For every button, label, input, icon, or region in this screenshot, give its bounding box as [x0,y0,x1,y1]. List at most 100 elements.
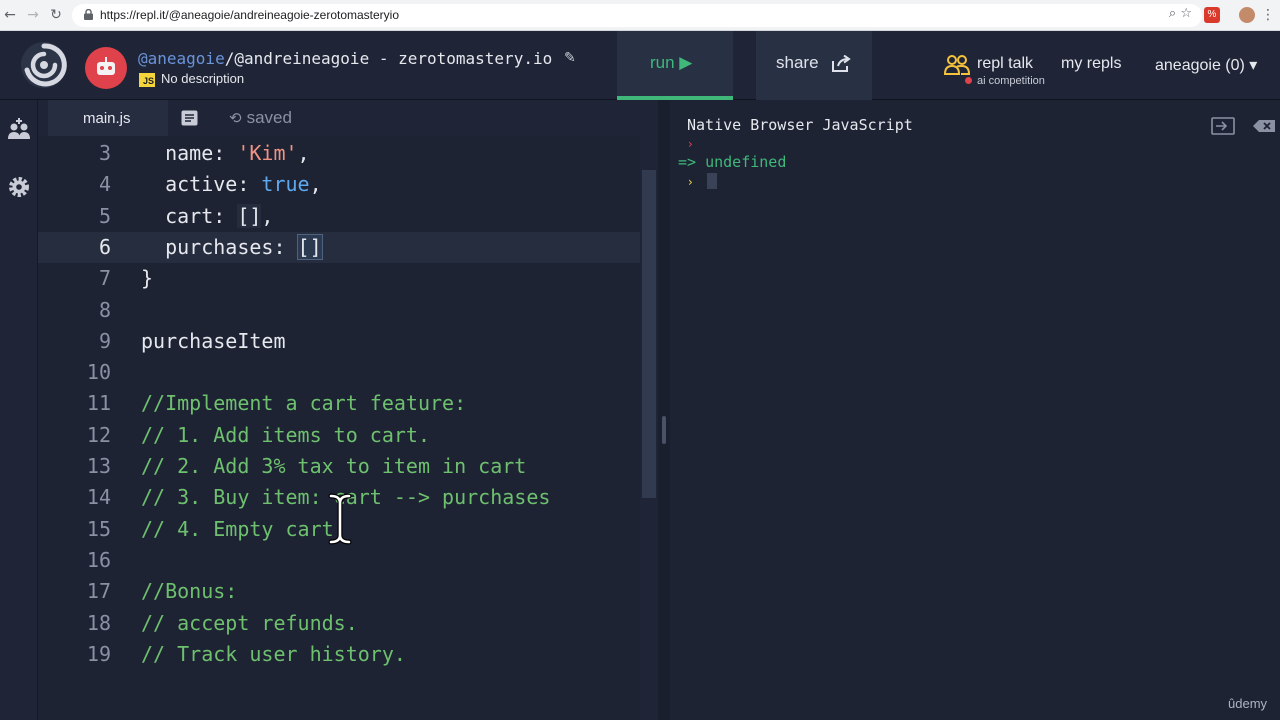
clear-console-icon[interactable] [1252,117,1276,135]
js-language-badge: JS [139,73,155,87]
competition-label: ai competition [965,75,1045,87]
share-label: share [776,53,819,72]
code-text[interactable]: //Implement a cart feature: [141,388,466,419]
code-line[interactable]: 10 [38,357,641,388]
code-token: purchaseItem [141,328,286,353]
code-line[interactable]: 9 purchaseItem [38,326,641,357]
line-number: 10 [86,360,111,385]
code-token: cart: [141,203,238,228]
console-input-cursor[interactable] [707,173,717,189]
gear-icon[interactable] [7,175,31,199]
code-text[interactable]: cart: [], [141,201,273,232]
code-text[interactable]: active: true, [141,169,322,200]
editor-tab-bar: main.js ⟲ saved [38,100,658,136]
line-number: 4 [98,172,111,197]
line-number: 9 [98,328,111,353]
code-token: 'Kim' [237,141,298,165]
code-line[interactable]: 7} [38,263,641,294]
code-text[interactable]: // Track user history. [141,639,406,670]
edit-pencil-icon[interactable]: ✎ [564,50,576,66]
code-token: // 3. Buy item: cart --> purchases [141,485,551,510]
code-text[interactable]: //Bonus: [141,576,237,607]
code-token: //Bonus: [141,579,238,604]
address-bar[interactable]: https://repl.it/@aneagoie/andreineagoie-… [72,4,1202,27]
run-button[interactable]: run ▶ [617,31,733,100]
repl-description[interactable]: No description [161,71,244,86]
repl-owner[interactable]: @aneagoie [138,49,225,68]
add-user-icon[interactable] [7,117,31,141]
pane-resize-handle[interactable] [662,416,666,444]
code-editor-pane: main.js ⟲ saved 3 name: 'Kim', 4 active: t… [38,100,658,720]
run-label: run ▶ [650,53,693,72]
code-token: , [261,203,274,228]
line-number: 19 [86,641,111,666]
code-line[interactable]: 15 // 4. Empty cart [38,514,641,545]
code-line[interactable]: 18 // accept refunds. [38,608,641,639]
line-number: 17 [86,579,111,604]
back-icon[interactable]: ← [2,7,18,23]
people-icon [944,55,970,75]
editor-scrollbar-thumb[interactable] [642,170,656,498]
profile-avatar[interactable] [1239,7,1255,23]
code-token: //Implement a cart feature: [141,391,467,416]
line-number: 13 [86,454,111,478]
code-line[interactable]: 13 // 2. Add 3% tax to item in cart [38,451,641,482]
code-line[interactable]: 3 name: 'Kim', [38,138,641,169]
code-text[interactable]: // accept refunds. [141,608,358,639]
share-button[interactable]: share [756,31,872,100]
reload-icon[interactable]: ↻ [48,7,64,23]
document-icon[interactable] [181,110,198,126]
user-menu-dropdown[interactable]: aneagoie (0) ▾ [1155,55,1257,75]
replit-logo-icon[interactable] [19,40,69,90]
code-text[interactable]: purchaseItem [141,326,286,357]
user-avatar[interactable] [85,47,127,89]
split-layout-icon[interactable] [1211,117,1235,135]
console-title: Native Browser JavaScript [687,116,913,134]
forward-icon[interactable]: → [25,7,41,23]
my-repls-link[interactable]: my repls [1061,55,1121,73]
code-line[interactable]: 8 [38,295,641,326]
url-text: https://repl.it/@aneagoie/andreineagoie-… [100,8,400,22]
tab-main-js[interactable]: main.js [48,100,168,136]
code-line[interactable]: 6 purchases: [] [38,231,641,263]
code-token: } [141,266,154,291]
line-number: 6 [98,234,111,259]
zoom-star-icons[interactable]: ⌕ ☆ [1169,6,1192,21]
line-number: 8 [98,297,111,322]
code-text[interactable]: // 2. Add 3% tax to item in cart [141,451,526,482]
history-icon[interactable]: ⟲ [229,109,242,127]
code-line[interactable]: 19 // Track user history. [38,639,641,670]
tab-main-js-label: main.js [83,110,131,127]
code-token: true [261,172,310,197]
code-token: // 1. Add items to cart. [141,422,430,447]
code-area[interactable]: 3 name: 'Kim', 4 active: true, 5 cart: [],… [38,136,658,720]
code-text[interactable]: name: 'Kim', [141,138,310,169]
app-header: @aneagoie/@andreineagoie - zerotomastery… [0,31,1280,100]
code-line[interactable]: 12 // 1. Add items to cart. [38,420,641,451]
browser-toolbar: ← → ↻ https://repl.it/@aneagoie/andreine… [0,0,1280,31]
prompt-caret-icon: › [688,137,693,151]
line-number: 16 [86,547,111,572]
line-number: 14 [86,485,111,510]
extension-icon[interactable]: % [1204,7,1220,23]
console-result: => undefined [678,153,787,171]
menu-dots-icon[interactable]: ⋮ [1260,7,1276,23]
code-line[interactable]: 16 [38,545,641,576]
input-caret-icon: › [688,175,693,189]
code-text[interactable]: // 3. Buy item: cart --> purchases [141,482,550,513]
code-line[interactable]: 11 //Implement a cart feature: [38,388,641,419]
code-line[interactable]: 4 active: true, [38,169,641,200]
repl-name: /@andreineagoie - zerotomastery.io [224,49,553,68]
repl-title[interactable]: @aneagoie/@andreineagoie - zerotomastery… [138,49,552,68]
code-text[interactable]: // 4. Empty cart [141,514,334,545]
code-line[interactable]: 14 // 3. Buy item: cart --> purchases [38,482,641,513]
code-text[interactable]: } [141,263,153,294]
code-token: [] [296,233,323,260]
code-line[interactable]: 17 //Bonus: [38,576,641,607]
code-text[interactable]: purchases: [] [141,232,323,263]
code-token: , [309,172,322,197]
code-text[interactable]: // 1. Add items to cart. [141,420,430,451]
code-line[interactable]: 5 cart: [], [38,201,641,232]
robot-icon [97,57,115,75]
pane-divider[interactable] [658,100,670,720]
